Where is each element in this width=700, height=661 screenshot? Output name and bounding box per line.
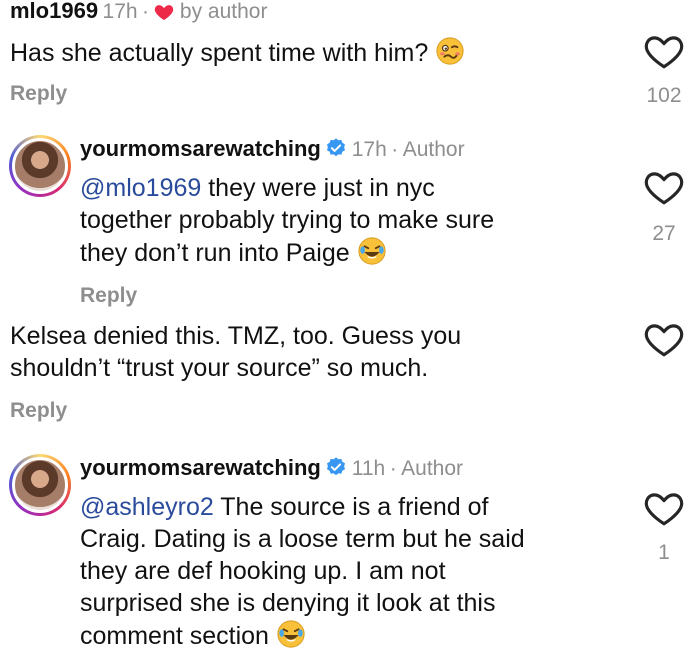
reply-button[interactable]: Reply (80, 284, 137, 308)
comment-text: @mlo1969 they were just in nyc together … (80, 172, 640, 269)
comment-username[interactable]: yourmomsarewatching (80, 455, 321, 480)
mention-link[interactable]: @mlo1969 (80, 174, 201, 202)
verified-badge-icon (327, 457, 346, 476)
comment-line: together probably trying to make sure (80, 206, 495, 234)
heart-outline-icon[interactable] (643, 318, 685, 360)
comment-line: they were just in nyc (208, 174, 435, 202)
meta-separator: · (142, 0, 150, 23)
comment-line: they don’t run into Paige (80, 239, 350, 267)
comment-time: 17h (351, 138, 387, 161)
reply-button[interactable]: Reply (10, 82, 67, 106)
comment-text: Kelsea denied this. TMZ, too. Guess you … (10, 320, 610, 384)
liked-by-author-label: by author (179, 0, 268, 23)
verified-badge-icon (327, 138, 346, 157)
avatar[interactable] (9, 135, 71, 197)
meta-separator: · (389, 457, 397, 480)
comment-line: The source is a friend of (220, 493, 489, 521)
author-badge: Author (401, 457, 464, 480)
heart-filled-icon (155, 5, 174, 21)
comment-header: mlo1969 17h · by author (10, 0, 267, 24)
comment-time: 11h (351, 457, 386, 480)
avatar-image (12, 457, 68, 513)
avatar[interactable] (9, 454, 71, 516)
comment-username[interactable]: yourmomsarewatching (80, 136, 321, 161)
comment-line: Kelsea denied this. TMZ, too. Guess you (10, 322, 462, 350)
comment-line: shouldn’t “trust your source” so much. (10, 354, 429, 382)
avatar-image (12, 138, 68, 194)
heart-outline-icon[interactable] (643, 487, 685, 529)
comment-header: yourmomsarewatching 11h · Author (80, 455, 463, 481)
heart-outline-icon[interactable] (643, 166, 685, 208)
comment-body: Has she actually spent time with him? (10, 39, 429, 67)
meta-separator: · (391, 138, 399, 161)
comment-username[interactable]: mlo1969 (10, 0, 98, 23)
mention-link[interactable]: @ashleyro2 (80, 493, 214, 521)
tears-of-joy-emoji (276, 619, 306, 649)
author-badge: Author (402, 138, 465, 161)
like-count: 102 (646, 84, 682, 107)
heart-outline-icon[interactable] (643, 30, 685, 72)
reply-button[interactable]: Reply (10, 399, 67, 423)
like-count: 27 (652, 222, 676, 245)
comment-line: they are def hooking up. I am not (80, 557, 446, 585)
comment-text: @ashleyro2 The source is a friend of Cra… (80, 491, 640, 652)
comment-line: Craig. Dating is a loose term but he sai… (80, 525, 525, 553)
comment-header: yourmomsarewatching 17h · Author (80, 136, 465, 162)
comment-time: 17h (102, 0, 138, 23)
comment-text: Has she actually spent time with him? (10, 36, 465, 69)
tears-of-joy-emoji (357, 236, 387, 266)
woozy-face-emoji (436, 37, 464, 65)
like-count: 1 (658, 541, 670, 564)
comment-line: surprised she is denying it look at this (80, 589, 496, 617)
comment-line: comment section (80, 622, 269, 650)
